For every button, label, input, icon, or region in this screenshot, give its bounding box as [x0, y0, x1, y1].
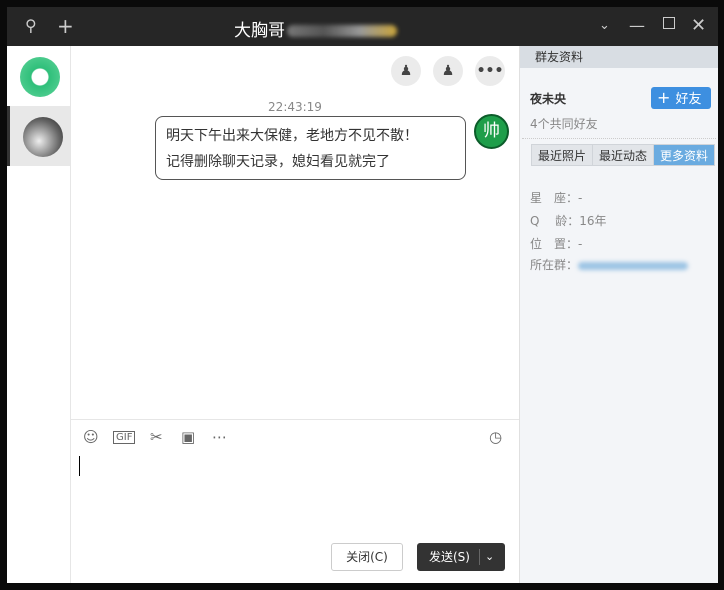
- divider: [522, 138, 716, 139]
- send-button[interactable]: 发送(S) ⌄: [417, 543, 505, 571]
- field-label: 星 座：: [530, 191, 579, 205]
- field-value: 16年: [579, 214, 607, 228]
- field-q-age: Q 龄：16年: [530, 212, 607, 229]
- conversation-item-active[interactable]: [7, 106, 70, 166]
- field-value: -: [578, 237, 583, 251]
- field-constellation: 星 座：-: [530, 189, 582, 206]
- minimize-icon[interactable]: —: [629, 16, 645, 36]
- member-name: 夜未央: [530, 92, 567, 106]
- more-tools-icon[interactable]: ⋯: [212, 428, 227, 446]
- security-avatar: [20, 57, 60, 97]
- message-bubble: 明天下午出来大保健，老地方不见不散！ 记得删除聊天记录，媳妇看见就完了: [155, 116, 466, 180]
- message-line: 明天下午出来大保健，老地方不见不散！: [166, 128, 418, 144]
- scissors-icon[interactable]: ✂: [150, 428, 163, 446]
- maximize-icon[interactable]: [663, 17, 675, 29]
- tab-recent-activity[interactable]: 最近动态: [592, 144, 655, 166]
- more-button[interactable]: •••: [475, 56, 505, 86]
- field-label: Q 龄：: [530, 214, 580, 228]
- close-button[interactable]: 关闭(C): [331, 543, 403, 571]
- chevron-down-icon[interactable]: ⌄: [599, 16, 610, 36]
- conversation-list: [7, 46, 71, 583]
- send-label: 发送(S): [429, 550, 470, 564]
- add-friend-label: 好友: [675, 92, 702, 107]
- remove-member-button[interactable]: ♟: [433, 56, 463, 86]
- message-line: 记得删除聊天记录，媳妇看见就完了: [166, 154, 390, 170]
- emoji-icon[interactable]: ☺: [83, 428, 99, 446]
- window-title: 大胸哥: [234, 16, 397, 41]
- panel-header: 群友资料: [520, 46, 718, 68]
- tab-recent-photos[interactable]: 最近照片: [531, 144, 594, 166]
- member-profile-panel: 群友资料 夜未央 + 好友 4个共同好友 最近照片 最近动态 更多资料 星 座：…: [519, 46, 718, 583]
- field-groups: 所在群：: [530, 256, 689, 273]
- title-bar: ⚲ + 大胸哥 ⌄ — ✕: [7, 7, 718, 46]
- conversation-item-security[interactable]: [7, 46, 70, 106]
- message-timestamp: 22:43:19: [268, 100, 322, 114]
- message-editor[interactable]: ☺ GIF ✂ ▣ ⋯ ◷ 关闭(C) 发送(S) ⌄: [71, 419, 519, 583]
- field-label: 所在群：: [530, 258, 579, 272]
- send-options-chevron-icon[interactable]: ⌄: [485, 543, 494, 571]
- search-icon[interactable]: ⚲: [25, 16, 37, 36]
- mutual-friends[interactable]: 4个共同好友: [530, 115, 598, 132]
- title-text: 大胸哥: [234, 21, 285, 41]
- plus-icon: +: [657, 88, 676, 107]
- contact-avatar: [23, 117, 63, 157]
- field-label: 位 置：: [530, 237, 579, 251]
- field-value: -: [578, 191, 583, 205]
- history-clock-icon[interactable]: ◷: [489, 428, 502, 446]
- gif-icon[interactable]: GIF: [113, 431, 136, 444]
- field-location: 位 置：-: [530, 235, 582, 252]
- close-icon[interactable]: ✕: [691, 16, 706, 36]
- chat-window: ⚲ + 大胸哥 ⌄ — ✕ ♟ ♟ ••• 22:43:19 明天下午出来大保健…: [7, 7, 718, 583]
- add-member-button[interactable]: ♟: [391, 56, 421, 86]
- blurred-group: [578, 261, 689, 270]
- add-friend-button[interactable]: + 好友: [651, 87, 711, 109]
- image-icon[interactable]: ▣: [181, 428, 195, 446]
- plus-icon[interactable]: +: [57, 16, 74, 36]
- tab-more-info[interactable]: 更多资料: [653, 144, 716, 166]
- message-area: ♟ ♟ ••• 22:43:19 明天下午出来大保健，老地方不见不散！ 记得删除…: [71, 46, 519, 419]
- blurred-name: [287, 25, 397, 37]
- text-caret: [79, 456, 80, 476]
- divider: [479, 549, 480, 565]
- my-avatar[interactable]: 帅: [474, 114, 509, 149]
